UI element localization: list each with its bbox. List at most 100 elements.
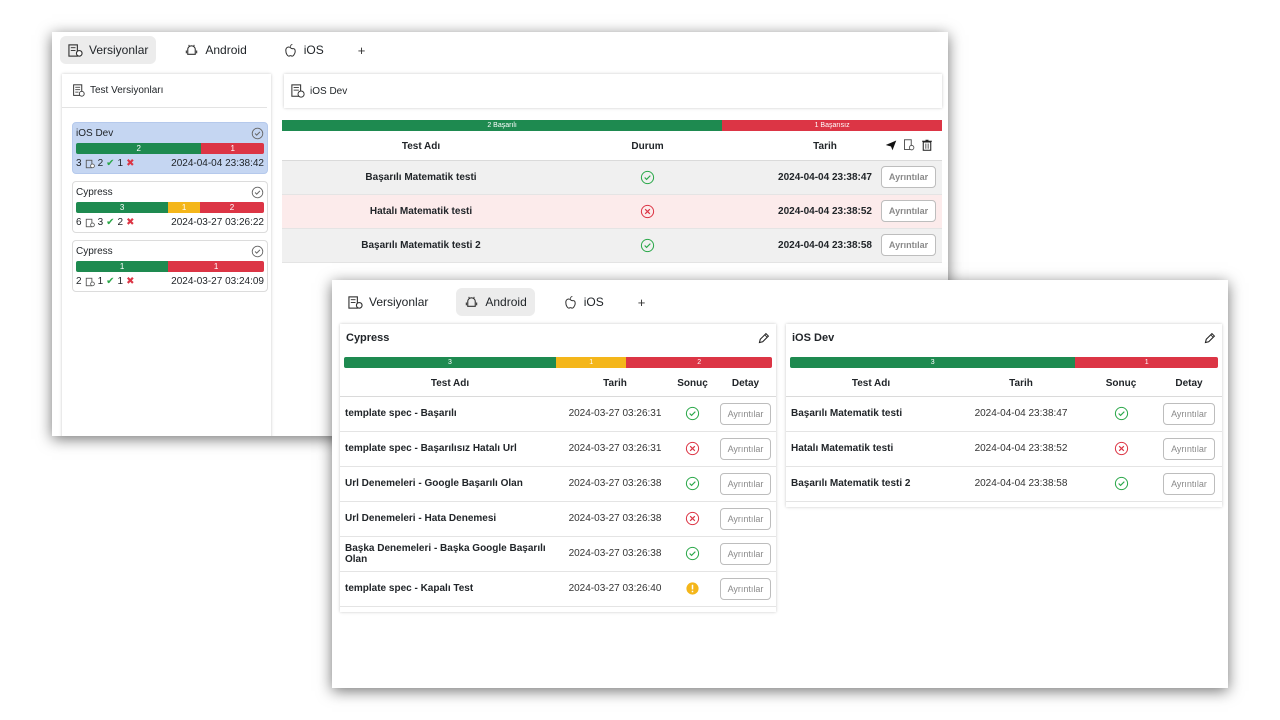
success-icon [685,476,700,491]
table-header: Test Adı Tarih Sonuç Detay [786,372,1222,397]
details-button[interactable]: Ayrıntılar [880,234,937,256]
bar-fail: 1 Başarısız [722,120,942,131]
test-date: 2024-03-27 03:26:31 [560,431,670,467]
details-button[interactable]: Ayrıntılar [880,200,937,222]
result-bar: 2 Başarılı 1 Başarısız [282,120,942,131]
bar-fail: 1 [1075,357,1218,368]
column-date: Tarih [775,134,875,161]
version-card[interactable]: iOS Dev 2 1 3 2 ✔ 1 ✖ 2024-04-04 23:38:4… [72,122,268,174]
column-result: Sonuç [670,372,715,397]
result-bar: 3 1 2 [76,202,264,213]
test-name: Başarılı Matematik testi [786,396,956,432]
test-name: template spec - Başarılısız Hatalı Url [340,431,560,467]
trash-icon[interactable] [921,139,933,152]
warning-icon [686,582,699,595]
result-bar: 3 1 [790,357,1218,368]
tab-versions[interactable]: Versiyonlar [340,288,436,316]
versions-icon [68,43,83,57]
tab-versions[interactable]: Versiyonlar [60,36,157,64]
tests-icon [85,218,95,227]
test-name: Başka Denemeleri - Başka Google Başarılı… [340,536,560,572]
result-bar: 1 1 [76,261,264,272]
edit-icon[interactable] [757,332,770,345]
details-button[interactable]: Ayrıntılar [719,542,772,565]
test-date: 2024-03-27 03:26:31 [560,396,670,432]
version-detail-icon [291,84,305,98]
test-date: 2024-03-27 03:26:38 [560,501,670,537]
check-icon: ✔ [106,276,115,287]
report-icon[interactable] [903,139,915,151]
tests-table: Test Adı Durum Tarih Başarılı Matematik … [282,134,942,263]
test-name: Başarılı Matematik testi 2 [786,466,956,502]
tab-label: Versiyonlar [369,295,429,309]
test-name: Hatalı Matematik testi [786,431,956,467]
fail-icon [685,441,700,456]
version-date: 2024-04-04 23:38:42 [171,158,264,169]
version-card[interactable]: Cypress 1 1 2 1 ✔ 1 ✖ 2024-03-27 03:24:0… [72,240,268,292]
edit-icon[interactable] [1203,332,1216,345]
version-card[interactable]: Cypress 3 1 2 6 3 ✔ 2 ✖ 2024-03-27 03:26… [72,181,268,233]
tab-android[interactable]: Android [456,288,535,316]
check-circle-icon[interactable] [251,186,264,199]
apple-icon [285,43,296,57]
result-bar: 2 1 [76,143,264,154]
success-icon [640,170,655,184]
version-name: Cypress [76,186,113,198]
tab-ios[interactable]: iOS [555,288,612,316]
versions-sidebar: Test Versiyonları iOS Dev 2 1 3 2 ✔ 1 ✖ [62,74,271,436]
bar-fail: 1 [201,143,264,154]
details-button[interactable]: Ayrıntılar [1163,437,1215,460]
tab-label: Android [485,295,527,309]
version-panel: Cypress 3 1 2 Test Adı Tarih Sonuç Detay… [340,324,776,612]
tab-bar: Versiyonlar Android iOS + [52,32,371,68]
tab-android[interactable]: Android [176,36,254,64]
tests-table: Test Adı Tarih Sonuç Detay template spec… [340,372,776,607]
check-circle-icon[interactable] [251,127,264,140]
tab-ios[interactable]: iOS [275,36,332,64]
tests-icon [85,277,95,286]
add-tab-button[interactable]: + [352,43,372,58]
version-date: 2024-03-27 03:24:09 [171,276,264,287]
bar-fail: 1 [168,261,264,272]
column-detail: Detay [715,372,776,397]
passed-count: 1 [97,276,104,287]
version-name: Cypress [76,245,113,257]
test-name: Başarılı Matematik testi 2 [282,228,560,263]
failed-count: 1 [117,158,124,169]
send-icon[interactable] [885,139,897,151]
table-row: Hatalı Matematik testi 2024-04-04 23:38:… [786,431,1222,467]
test-name: template spec - Başarılı [340,396,560,432]
test-date: 2024-04-04 23:38:52 [775,194,875,229]
test-name: Url Denemeleri - Hata Denemesi [340,501,560,537]
table-row: Başka Denemeleri - Başka Google Başarılı… [340,536,776,572]
success-icon [1114,476,1128,491]
bar-success: 2 [76,143,202,154]
add-tab-button[interactable]: + [632,295,652,310]
versions-icon [348,295,363,309]
details-button[interactable]: Ayrıntılar [719,507,772,530]
details-button[interactable]: Ayrıntılar [719,437,772,460]
android-window: Versiyonlar Android iOS + Cypress 3 1 2 … [332,280,1228,688]
check-circle-icon[interactable] [251,245,264,258]
bar-success: 1 [76,261,169,272]
details-button[interactable]: Ayrıntılar [1163,472,1215,495]
failed-count: 1 [117,276,124,287]
test-date: 2024-03-27 03:26:38 [560,466,670,502]
cross-icon: ✖ [126,276,135,287]
details-button[interactable]: Ayrıntılar [1163,402,1215,425]
passed-count: 3 [97,217,104,228]
test-versions-icon [73,84,85,97]
table-row: Url Denemeleri - Hata Denemesi 2024-03-2… [340,501,776,537]
result-bar: 3 1 2 [344,357,772,368]
details-button[interactable]: Ayrıntılar [880,166,937,188]
test-date: 2024-04-04 23:38:47 [956,396,1086,432]
apple-icon [565,295,576,309]
detail-header: iOS Dev [284,74,942,108]
details-button[interactable]: Ayrıntılar [719,472,772,495]
bar-success: 3 [344,357,556,368]
total-count: 2 [76,276,82,287]
details-button[interactable]: Ayrıntılar [719,577,772,600]
table-row: Başarılı Matematik testi 2024-04-04 23:3… [786,396,1222,432]
success-icon [1114,406,1128,421]
details-button[interactable]: Ayrıntılar [719,402,772,425]
